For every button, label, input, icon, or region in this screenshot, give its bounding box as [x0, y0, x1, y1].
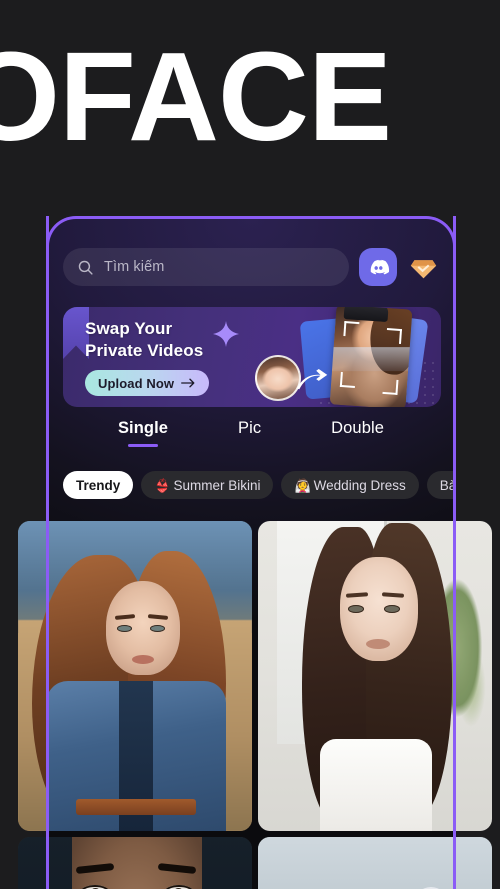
template-grid	[18, 521, 500, 889]
tab-pic[interactable]: Pic	[238, 419, 261, 447]
portrait-white-top	[258, 521, 492, 831]
scan-band	[329, 347, 413, 372]
banner-artwork	[241, 307, 441, 407]
hero-banner: OFACE	[0, 0, 500, 208]
category-tabs: Single Pic Double	[49, 419, 453, 447]
arrow-right-icon	[181, 378, 195, 388]
discord-icon	[370, 259, 389, 274]
chip-trendy[interactable]: Trendy	[63, 471, 134, 499]
filter-chip-row[interactable]: Trendy 👙 Summer Bikini 👰 Wedding Dress B…	[49, 471, 453, 499]
chip-trendy-label: Trendy	[76, 477, 121, 493]
banner-title-line-2: Private Videos	[85, 340, 204, 360]
chip-bai-label: Bài	[439, 477, 453, 493]
tab-single-label: Single	[117, 419, 169, 437]
photo-hat	[343, 307, 389, 323]
bride-icon: 👰	[294, 477, 311, 493]
portrait-denim-jacket	[18, 521, 252, 831]
premium-button[interactable]	[407, 251, 439, 283]
chip-bai[interactable]: Bài	[426, 471, 453, 499]
tab-double[interactable]: Double	[331, 419, 384, 447]
promo-banner[interactable]: Swap Your Private Videos Upload Now	[63, 307, 441, 407]
gem-icon	[410, 259, 436, 278]
top-bar: Tìm kiếm	[49, 247, 453, 287]
template-card-1[interactable]	[18, 521, 252, 831]
phone-frame-right-edge	[453, 216, 456, 889]
detect-bracket-bl	[339, 371, 356, 388]
template-card-4[interactable]	[258, 837, 492, 889]
bikini-icon: 👙	[154, 477, 171, 493]
template-card-3[interactable]	[18, 837, 252, 889]
upload-now-button[interactable]: Upload Now	[85, 370, 210, 396]
swap-arrow-icon	[296, 369, 328, 390]
detect-bracket-br	[382, 378, 399, 395]
template-card-2[interactable]	[258, 521, 492, 831]
portrait-city-view	[258, 837, 492, 889]
search-placeholder: Tìm kiếm	[104, 259, 165, 275]
banner-title: Swap Your Private Videos	[85, 318, 203, 362]
phone-frame-left-edge	[46, 216, 49, 889]
chip-summer-bikini-label: Summer Bikini	[173, 477, 261, 493]
search-input[interactable]: Tìm kiếm	[63, 248, 349, 286]
portrait-dark-hair	[18, 837, 252, 889]
chip-wedding-dress-label: Wedding Dress	[313, 477, 406, 493]
tab-pic-label: Pic	[237, 419, 262, 437]
banner-title-line-1: Swap Your	[85, 319, 173, 338]
sparkle-icon	[213, 321, 239, 347]
tab-double-label: Double	[331, 419, 385, 437]
app-screenshot: OFACE Tìm kiếm Swap Your Private Videos …	[0, 0, 500, 889]
discord-button[interactable]	[359, 248, 397, 286]
face-detect-card	[329, 307, 413, 407]
detect-bracket-tl	[343, 321, 360, 338]
chip-wedding-dress[interactable]: 👰 Wedding Dress	[281, 471, 419, 499]
page-title: OFACE	[0, 26, 392, 167]
upload-now-label: Upload Now	[98, 375, 175, 391]
tab-single[interactable]: Single	[118, 419, 168, 447]
chip-summer-bikini[interactable]: 👙 Summer Bikini	[141, 471, 274, 499]
search-icon	[78, 260, 93, 275]
detect-bracket-tr	[386, 328, 403, 345]
